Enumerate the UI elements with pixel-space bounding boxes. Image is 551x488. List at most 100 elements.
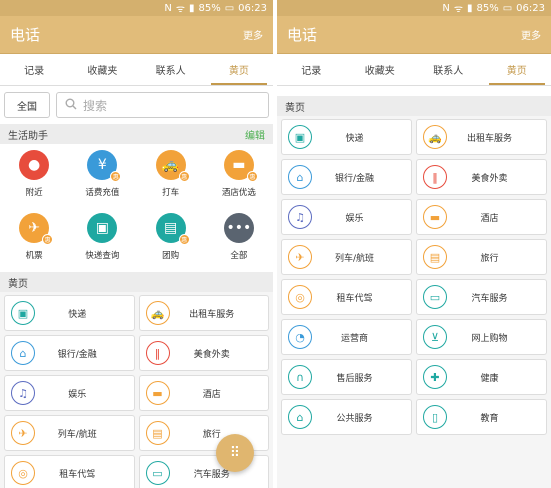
helper-item[interactable]: ••• 全部 bbox=[205, 209, 273, 272]
category-label: 租车代驾 bbox=[336, 293, 373, 304]
battery-icon: ▭ bbox=[502, 2, 513, 14]
tab-recents[interactable]: 记录 bbox=[0, 54, 68, 85]
more-button[interactable]: 更多 bbox=[521, 27, 541, 42]
helper-label: 酒店优选 bbox=[221, 188, 256, 198]
search-input[interactable]: 搜索 bbox=[56, 92, 269, 118]
helper-label: 话费充值 bbox=[85, 188, 120, 198]
fork-knife-icon: ‖ bbox=[423, 165, 447, 189]
helper-item[interactable]: ● 附近 bbox=[0, 146, 68, 209]
battery-percent: 85% bbox=[476, 2, 499, 14]
helper-item[interactable]: 🚕 惠打车 bbox=[137, 146, 205, 209]
section-header-yellowpages: 黄页 bbox=[0, 272, 273, 292]
search-placeholder: 搜索 bbox=[83, 98, 108, 113]
bank-house-icon: ⌂ bbox=[11, 341, 35, 365]
category-item[interactable]: ✈ 列车/航班 bbox=[4, 415, 135, 451]
section-title: 黄页 bbox=[8, 278, 28, 290]
helper-label: 打车 bbox=[162, 188, 180, 198]
category-item[interactable]: ▣ 快递 bbox=[281, 119, 412, 155]
category-item[interactable]: ▤ 旅行 bbox=[416, 239, 547, 275]
wifi-icon: ᯤ bbox=[453, 4, 463, 15]
entertainment-icon: ♫ bbox=[11, 381, 35, 405]
tab-favorites[interactable]: 收藏夹 bbox=[346, 54, 415, 85]
category-label: 银行/金融 bbox=[334, 173, 375, 184]
category-item[interactable]: ♫ 娱乐 bbox=[281, 199, 412, 235]
helper-item[interactable]: ▤ 惠团购 bbox=[137, 209, 205, 272]
category-label: 公共服务 bbox=[336, 413, 373, 424]
scrolled-partial-row bbox=[277, 86, 551, 96]
truck-icon: ▣ bbox=[288, 125, 312, 149]
category-item[interactable]: ◎ 租车代驾 bbox=[281, 279, 412, 315]
category-item[interactable]: 🚕 出租车服务 bbox=[416, 119, 547, 155]
helpers-grid: ● 附近 ¥ 惠话费充值 🚕 惠打车 ▬ 惠酒店优选 ✈ 惠机票 ▣ 快递查询 ▤ 惠团购 ••• 全部 bbox=[0, 144, 273, 272]
clock: 06:23 bbox=[516, 2, 545, 14]
category-label: 出租车服务 bbox=[189, 309, 235, 320]
category-item[interactable]: ⌂ 银行/金融 bbox=[4, 335, 135, 371]
app-title: 电话 bbox=[287, 26, 318, 44]
tab-yellowpages[interactable]: 黄页 bbox=[205, 54, 273, 85]
truck-icon: ▣ bbox=[11, 301, 35, 325]
category-item[interactable]: ‖ 美食外卖 bbox=[138, 335, 269, 371]
category-label: 银行/金融 bbox=[57, 349, 97, 360]
edit-button[interactable]: 编辑 bbox=[245, 127, 265, 142]
category-label: 娱乐 bbox=[345, 213, 364, 224]
car-icon: ▭ bbox=[145, 461, 170, 485]
category-item[interactable]: 🚕 出租车服务 bbox=[138, 295, 269, 331]
satellite-dish-icon: ◔ bbox=[288, 325, 312, 349]
section-header-yellowpages: 黄页 bbox=[277, 96, 551, 116]
category-label: 美食外卖 bbox=[471, 173, 508, 184]
tab-contacts[interactable]: 联系人 bbox=[137, 54, 205, 85]
taxi-icon: 🚕 bbox=[423, 125, 447, 149]
taxi-icon: 🚕 bbox=[145, 301, 170, 325]
category-item[interactable]: ✈ 列车/航班 bbox=[281, 239, 412, 275]
helper-item[interactable]: ▣ 快递查询 bbox=[68, 209, 136, 272]
category-item[interactable]: ▬ 酒店 bbox=[138, 375, 269, 411]
dialpad-icon: ⠿ bbox=[229, 445, 241, 461]
category-label: 运营商 bbox=[340, 333, 368, 344]
category-label: 健康 bbox=[480, 373, 499, 384]
shopping-bag-icon: ▤ 惠 bbox=[155, 213, 190, 245]
category-item[interactable]: ∩ 售后服务 bbox=[281, 359, 412, 395]
tab-bar: 记录 收藏夹 联系人 黄页 bbox=[277, 54, 551, 86]
category-item[interactable]: ⊻ 网上购物 bbox=[416, 319, 547, 355]
app-title: 电话 bbox=[10, 26, 41, 44]
tab-yellowpages[interactable]: 黄页 bbox=[483, 54, 551, 85]
bed-icon: ▬ bbox=[145, 381, 170, 405]
tab-recents[interactable]: 记录 bbox=[277, 54, 346, 85]
tab-favorites[interactable]: 收藏夹 bbox=[68, 54, 136, 85]
category-item[interactable]: ▭ 汽车服务 bbox=[416, 279, 547, 315]
category-item[interactable]: ♫ 娱乐 bbox=[4, 375, 135, 411]
public-building-icon: ⌂ bbox=[288, 405, 312, 429]
dialpad-fab[interactable]: ⠿ bbox=[216, 434, 254, 472]
category-item[interactable]: ▬ 酒店 bbox=[416, 199, 547, 235]
tab-contacts[interactable]: 联系人 bbox=[414, 54, 483, 85]
category-item[interactable]: ‖ 美食外卖 bbox=[416, 159, 547, 195]
category-item[interactable]: ◎ 租车代驾 bbox=[4, 455, 135, 488]
phone-topup-icon: ¥ 惠 bbox=[87, 150, 122, 182]
nfc-icon: N bbox=[442, 2, 450, 14]
category-label: 列车/航班 bbox=[57, 429, 97, 440]
promo-badge-icon: 惠 bbox=[246, 171, 258, 182]
category-item[interactable]: ⌂ 银行/金融 bbox=[281, 159, 412, 195]
helper-item[interactable]: ▬ 惠酒店优选 bbox=[205, 146, 273, 209]
category-item[interactable]: ▣ 快递 bbox=[4, 295, 135, 331]
helper-label: 快递查询 bbox=[85, 251, 120, 261]
region-button[interactable]: 全国 bbox=[4, 92, 50, 118]
category-item[interactable]: ✚ 健康 bbox=[416, 359, 547, 395]
more-dots-icon: ••• bbox=[223, 213, 254, 243]
helper-item[interactable]: ✈ 惠机票 bbox=[0, 209, 68, 272]
category-label: 酒店 bbox=[480, 213, 499, 224]
entertainment-icon: ♫ bbox=[288, 205, 312, 229]
app-bar: 电话 更多 bbox=[0, 16, 273, 54]
more-button[interactable]: 更多 bbox=[243, 27, 263, 42]
phone-screen-left: N ᯤ ▮ 85% ▭ 06:23 电话 更多 记录 收藏夹 联系人 黄页 全国… bbox=[0, 0, 273, 488]
category-item[interactable]: ⌂ 公共服务 bbox=[281, 399, 412, 435]
category-item[interactable]: ◔ 运营商 bbox=[281, 319, 412, 355]
signal-icon: ▮ bbox=[188, 2, 195, 14]
category-label: 旅行 bbox=[202, 429, 221, 440]
signal-icon: ▮ bbox=[466, 2, 473, 14]
car-icon: ▭ bbox=[423, 285, 447, 309]
category-item[interactable]: ▯ 教育 bbox=[416, 399, 547, 435]
promo-badge-icon: 惠 bbox=[42, 234, 54, 245]
helper-item[interactable]: ¥ 惠话费充值 bbox=[68, 146, 136, 209]
section-header-helpers: 生活助手 编辑 bbox=[0, 124, 273, 144]
